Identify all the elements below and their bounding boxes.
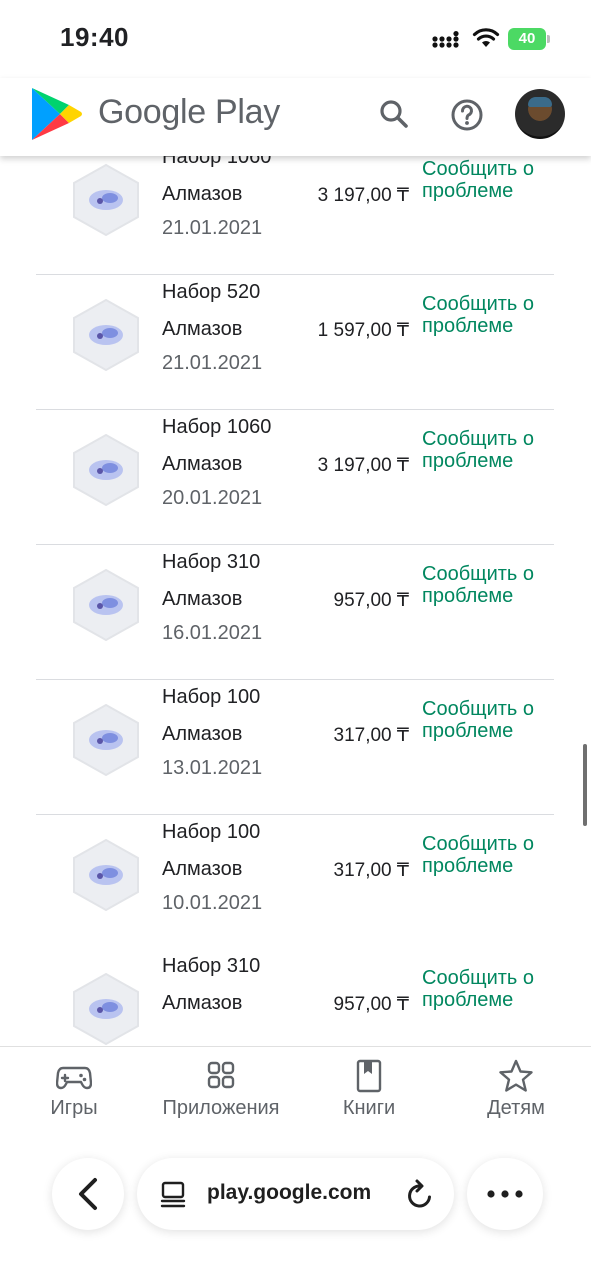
browser-more-button[interactable] (467, 1158, 543, 1230)
nav-label: Игры (50, 1097, 98, 1119)
diamond-pack-icon (73, 433, 139, 507)
item-price: 3 197,00 ₸ (317, 185, 409, 206)
list-item: Набор 1060 Алмазов 20.01.2021 3 197,00 ₸… (0, 410, 591, 545)
reader-mode-icon[interactable] (159, 1180, 187, 1208)
nav-item-apps[interactable]: Приложения (150, 1059, 292, 1120)
item-subtitle: Алмазов (162, 992, 243, 1014)
item-subtitle: Алмазов (162, 588, 243, 610)
item-title: Набор 100 (162, 686, 261, 708)
report-problem-link[interactable]: Сообщить о проблеме (422, 833, 552, 877)
status-bar: 19:40 40 (0, 0, 591, 78)
item-price: 3 197,00 ₸ (317, 455, 409, 476)
item-price: 957,00 ₸ (333, 590, 409, 611)
diamond-pack-icon (73, 298, 139, 372)
nav-label: Детям (487, 1097, 545, 1119)
scrollbar-thumb[interactable] (583, 744, 587, 826)
item-title: Набор 520 (162, 281, 261, 303)
diamond-pack-icon (73, 163, 139, 237)
item-date: 20.01.2021 (162, 487, 263, 509)
more-horizontal-icon (487, 1190, 523, 1198)
report-problem-link[interactable]: Сообщить о проблеме (422, 698, 552, 742)
cellular-signal-icon (432, 31, 459, 48)
item-price: 957,00 ₸ (333, 994, 409, 1015)
chevron-left-icon (79, 1178, 97, 1210)
item-subtitle: Алмазов (162, 318, 243, 340)
apps-grid-icon (207, 1061, 235, 1089)
help-icon[interactable] (446, 94, 488, 136)
app-header: Google Play (0, 78, 591, 156)
nav-item-kids[interactable]: Детям (480, 1059, 552, 1120)
list-item: Набор 100 Алмазов 10.01.2021 317,00 ₸ Со… (0, 815, 591, 950)
google-play-logo-icon[interactable] (30, 85, 82, 143)
browser-toolbar: play.google.com (0, 1140, 591, 1280)
browser-back-button[interactable] (52, 1158, 124, 1230)
item-title: Набор 100 (162, 821, 261, 843)
url-text: play.google.com (207, 1181, 372, 1204)
item-price: 317,00 ₸ (333, 725, 409, 746)
item-subtitle: Алмазов (162, 723, 243, 745)
item-title: Набор 310 (162, 551, 261, 573)
avatar[interactable] (515, 89, 565, 139)
order-history-list: Набор 1060 Алмазов 21.01.2021 3 197,00 ₸… (0, 156, 591, 1046)
item-subtitle: Алмазов (162, 183, 243, 205)
battery-level: 40 (508, 28, 546, 50)
item-subtitle: Алмазов (162, 858, 243, 880)
diamond-pack-icon (73, 568, 139, 642)
item-title: Набор 1060 (162, 416, 272, 438)
nav-item-games[interactable]: Игры (44, 1059, 104, 1120)
item-date: 16.01.2021 (162, 622, 263, 644)
wifi-icon (472, 28, 500, 47)
item-subtitle: Алмазов (162, 453, 243, 475)
list-item: Набор 310 Алмазов 957,00 ₸ Сообщить о пр… (0, 949, 591, 1046)
item-title: Набор 1060 (162, 156, 272, 168)
reload-icon[interactable] (405, 1178, 435, 1210)
address-bar[interactable]: play.google.com (137, 1158, 454, 1230)
item-price: 1 597,00 ₸ (317, 320, 409, 341)
report-problem-link[interactable]: Сообщить о проблеме (422, 293, 552, 337)
item-price: 317,00 ₸ (333, 860, 409, 881)
item-title: Набор 310 (162, 955, 261, 977)
nav-label: Приложения (162, 1097, 280, 1119)
item-date: 13.01.2021 (162, 757, 263, 779)
list-item: Набор 520 Алмазов 21.01.2021 1 597,00 ₸ … (0, 275, 591, 410)
item-date: 21.01.2021 (162, 217, 263, 239)
star-icon (499, 1059, 533, 1092)
nav-item-books[interactable]: Книги (334, 1059, 404, 1120)
report-problem-link[interactable]: Сообщить о проблеме (422, 158, 552, 202)
item-date: 21.01.2021 (162, 352, 263, 374)
list-item: Набор 100 Алмазов 13.01.2021 317,00 ₸ Со… (0, 680, 591, 815)
battery-indicator: 40 (508, 28, 550, 50)
brand-name: Google Play (98, 93, 280, 131)
list-item: Набор 310 Алмазов 16.01.2021 957,00 ₸ Со… (0, 545, 591, 680)
diamond-pack-icon (73, 703, 139, 777)
diamond-pack-icon (73, 838, 139, 912)
book-icon (356, 1059, 382, 1093)
report-problem-link[interactable]: Сообщить о проблеме (422, 967, 552, 1011)
search-icon[interactable] (374, 94, 414, 134)
item-date: 10.01.2021 (162, 892, 263, 914)
report-problem-link[interactable]: Сообщить о проблеме (422, 563, 552, 607)
report-problem-link[interactable]: Сообщить о проблеме (422, 428, 552, 472)
nav-label: Книги (342, 1097, 396, 1119)
gamepad-icon (56, 1066, 92, 1090)
diamond-pack-icon (73, 972, 139, 1046)
status-time: 19:40 (60, 22, 129, 52)
list-item: Набор 1060 Алмазов 21.01.2021 3 197,00 ₸… (0, 156, 591, 275)
